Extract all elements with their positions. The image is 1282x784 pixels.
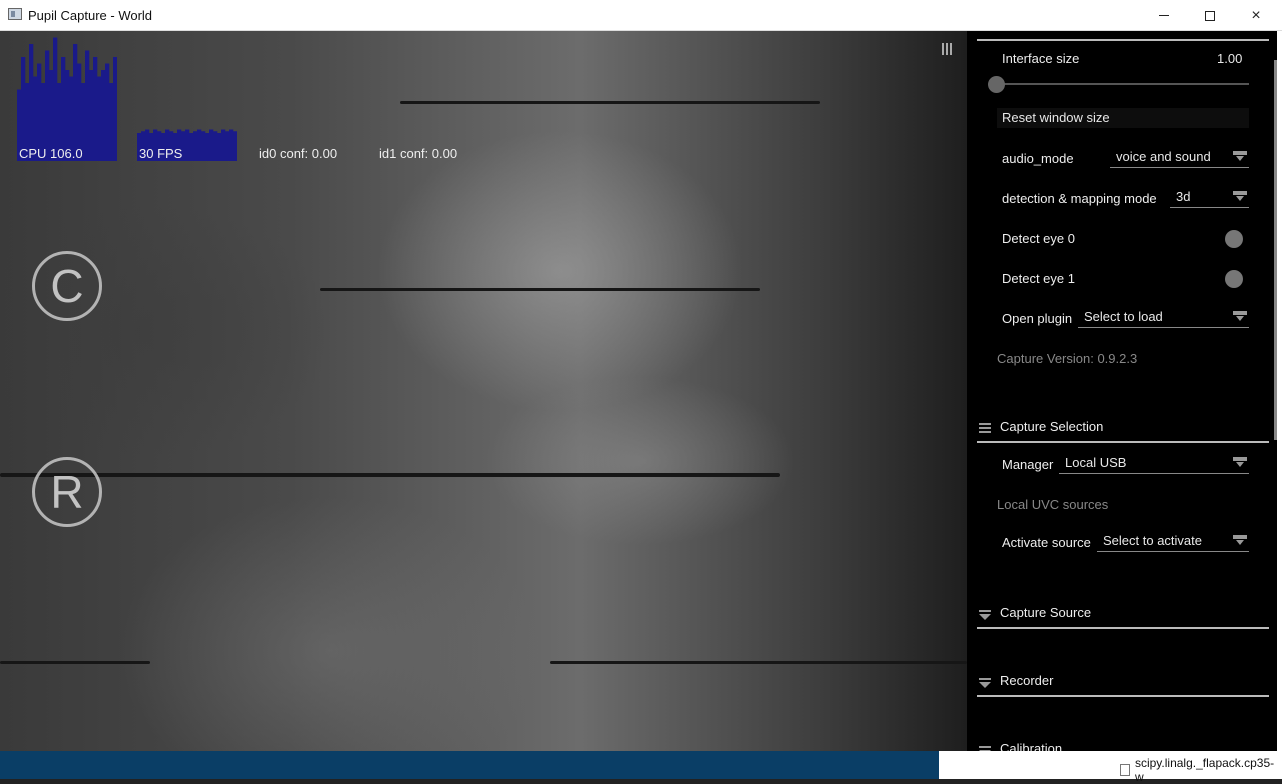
graph-bar xyxy=(113,57,117,161)
graph-bar xyxy=(189,133,194,161)
settings-sidebar: Interface size 1.00 Reset window size au… xyxy=(967,31,1282,751)
graph-bar xyxy=(73,44,78,161)
image-streak xyxy=(550,661,967,664)
activate-source-label: Activate source xyxy=(1002,535,1091,550)
graph-bar xyxy=(93,57,98,161)
activate-source-value: Select to activate xyxy=(1103,533,1202,548)
manager-select[interactable]: Local USB xyxy=(1059,454,1249,474)
graph-bar xyxy=(97,76,102,161)
recorder-title: Recorder xyxy=(1000,673,1054,688)
calibration-header[interactable]: Calibration xyxy=(977,741,1269,751)
graph-bar xyxy=(209,129,214,161)
capture-version: Capture Version: 0.9.2.3 xyxy=(997,351,1138,366)
graph-bar xyxy=(85,50,90,161)
image-streak xyxy=(0,661,150,664)
graph-bar xyxy=(105,63,110,161)
graph-bar xyxy=(45,50,50,161)
collapse-icon xyxy=(979,423,991,433)
audio-mode-label: audio_mode xyxy=(1002,151,1074,166)
graph-bar xyxy=(225,131,230,161)
cpu-graph xyxy=(17,37,117,161)
close-icon: × xyxy=(1251,6,1261,24)
divider xyxy=(977,39,1269,41)
interface-size-value: 1.00 xyxy=(1217,51,1243,66)
image-streak xyxy=(320,288,760,291)
detect-eye1-toggle[interactable] xyxy=(1225,270,1243,288)
image-streak xyxy=(400,101,820,104)
graph-bar xyxy=(221,129,226,161)
detection-mode-select[interactable]: 3d xyxy=(1170,188,1249,208)
audio-mode-select[interactable]: voice and sound xyxy=(1110,148,1249,168)
detect-eye1-label: Detect eye 1 xyxy=(1002,271,1075,286)
close-button[interactable]: × xyxy=(1233,0,1279,31)
interface-size-slider[interactable] xyxy=(991,83,1249,85)
minimize-button[interactable] xyxy=(1141,0,1187,31)
registered-marker-icon: R xyxy=(32,457,102,527)
interface-size-slider-knob[interactable] xyxy=(988,76,1005,93)
detect-eye0-toggle[interactable] xyxy=(1225,230,1243,248)
graph-bar xyxy=(205,133,210,161)
graph-bar xyxy=(109,83,114,161)
fps-label: 30 FPS xyxy=(139,146,183,161)
dropdown-icon xyxy=(1233,535,1247,547)
maximize-button[interactable] xyxy=(1187,0,1233,31)
detect-eye0-label: Detect eye 0 xyxy=(1002,231,1075,246)
graph-bar xyxy=(89,70,94,161)
dropdown-icon xyxy=(1233,151,1247,163)
manager-label: Manager xyxy=(1002,457,1054,472)
graph-bar xyxy=(229,129,234,161)
audio-mode-value: voice and sound xyxy=(1116,149,1211,164)
eye1-confidence-label: id1 conf: 0.00 xyxy=(379,146,458,161)
file-icon xyxy=(1120,764,1130,776)
graph-bar xyxy=(233,131,237,161)
capture-source-title: Capture Source xyxy=(1000,605,1092,620)
graph-bar xyxy=(101,70,106,161)
maximize-icon xyxy=(1205,10,1215,21)
activate-source-select[interactable]: Select to activate xyxy=(1097,532,1249,552)
window-title: Pupil Capture - World xyxy=(28,8,153,23)
taskbar xyxy=(0,751,939,779)
open-plugin-select[interactable]: Select to load xyxy=(1078,308,1249,328)
open-plugin-label: Open plugin xyxy=(1002,311,1073,326)
file-name: scipy.linalg._flapack.cp35-w xyxy=(1134,756,1275,784)
detection-mode-label: detection & mapping mode xyxy=(1002,191,1157,206)
graph-bar xyxy=(213,131,218,161)
interface-size-label: Interface size xyxy=(1002,51,1080,66)
minimize-icon xyxy=(1159,15,1169,16)
menu-toggle-icon[interactable] xyxy=(942,43,954,55)
eye0-confidence-label: id0 conf: 0.00 xyxy=(259,146,338,161)
open-plugin-value: Select to load xyxy=(1084,309,1163,324)
app-icon xyxy=(8,8,22,20)
image-streak xyxy=(0,473,780,477)
dropdown-icon xyxy=(1233,191,1247,203)
graph-bar xyxy=(197,129,202,161)
calibration-title: Calibration xyxy=(1000,741,1063,751)
marker-c-letter: C xyxy=(50,260,84,312)
graph-bar xyxy=(29,44,34,161)
expand-icon xyxy=(979,677,991,688)
file-list-item[interactable]: scipy.linalg._flapack.cp35-w xyxy=(1120,756,1282,784)
cpu-label: CPU 106.0 xyxy=(19,146,83,161)
copyright-marker-icon: C xyxy=(32,251,102,321)
capture-source-header[interactable]: Capture Source xyxy=(977,605,1269,631)
recorder-header[interactable]: Recorder xyxy=(977,673,1269,699)
dropdown-icon xyxy=(1233,311,1247,323)
graph-bar xyxy=(185,129,190,161)
capture-selection-title: Capture Selection xyxy=(1000,419,1104,434)
world-camera-view[interactable]: CPU 106.0 30 FPS id0 conf: 0.00 id1 conf… xyxy=(0,31,967,751)
reset-window-size-button[interactable]: Reset window size xyxy=(997,108,1249,128)
local-uvc-sources: Local UVC sources xyxy=(997,497,1109,512)
graph-bar xyxy=(217,133,222,161)
expand-icon xyxy=(979,609,991,620)
manager-value: Local USB xyxy=(1065,455,1127,470)
background-window-edge xyxy=(1277,31,1282,751)
graph-bar xyxy=(193,131,198,161)
capture-selection-header[interactable]: Capture Selection xyxy=(977,419,1269,445)
dropdown-icon xyxy=(1233,457,1247,469)
marker-r-letter: R xyxy=(50,466,84,518)
detection-mode-value: 3d xyxy=(1176,189,1191,204)
graph-bar xyxy=(53,37,58,161)
graph-bar xyxy=(201,131,206,161)
title-bar: Pupil Capture - World × xyxy=(0,0,1282,31)
